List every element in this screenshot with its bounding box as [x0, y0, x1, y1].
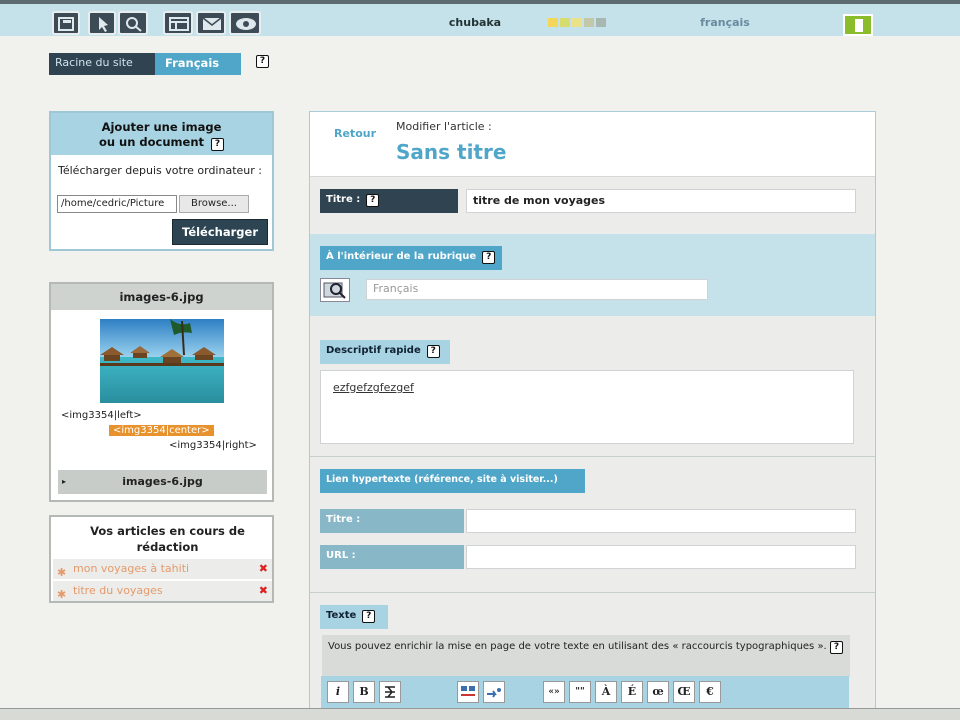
description-text: ezfgefzgfezgef — [333, 381, 414, 394]
e-acute-button[interactable]: É — [621, 681, 643, 703]
delete-icon[interactable]: ✖ — [259, 581, 268, 601]
section-input[interactable]: Français — [366, 279, 708, 300]
toggle-panel-icon[interactable] — [843, 14, 873, 36]
layout-icon[interactable] — [163, 11, 193, 35]
oe-button[interactable]: œ — [647, 681, 669, 703]
expand-arrow-icon[interactable]: ▸ — [62, 470, 66, 494]
image-panel: images-6.jpg <img3354|left> <img3354|cen… — [49, 282, 274, 502]
help-icon[interactable]: ? — [426, 345, 440, 358]
help-icon[interactable]: ? — [211, 138, 225, 151]
quotes-button[interactable]: «» — [543, 681, 565, 703]
text-label-text: Texte — [326, 610, 357, 621]
color-swatch[interactable] — [548, 18, 558, 27]
draft-item[interactable]: ✱ mon voyages à tahiti ✖ — [53, 559, 272, 579]
link-label: Lien hypertexte (référence, site à visit… — [320, 469, 585, 493]
title-label-text: Titre : — [326, 194, 361, 205]
section-selector: À l'intérieur de la rubrique? Français — [310, 234, 875, 316]
upload-instructions: Télécharger depuis votre ordinateur : — [58, 164, 262, 177]
color-swatch[interactable] — [584, 18, 594, 27]
color-swatch[interactable] — [560, 18, 570, 27]
page-title: Sans titre — [396, 140, 507, 164]
link-title-label: Titre : — [320, 509, 464, 533]
text-help-text: Vous pouvez enrichir la mise en page de … — [328, 641, 827, 652]
quotes-alt-button[interactable]: "" — [569, 681, 591, 703]
edit-label: Modifier l'article : — [396, 120, 492, 133]
a-grave-button[interactable]: À — [595, 681, 617, 703]
help-icon[interactable]: ? — [362, 610, 376, 623]
breadcrumb-current[interactable]: Français — [155, 53, 241, 75]
draft-item[interactable]: ✱ titre du voyages ✖ — [53, 581, 272, 601]
top-bar: chubaka français — [0, 0, 960, 36]
eye-icon[interactable] — [229, 11, 261, 35]
help-icon[interactable]: ? — [366, 194, 380, 207]
mail-icon[interactable] — [196, 11, 226, 35]
italic-button[interactable]: i — [327, 681, 349, 703]
help-icon[interactable]: ? — [256, 55, 269, 68]
color-swatch[interactable] — [596, 18, 606, 27]
link-icon[interactable] — [483, 681, 505, 703]
image-panel-footer[interactable]: ▸ images-6.jpg — [58, 470, 267, 494]
link-title-input[interactable] — [466, 509, 856, 533]
link-url-label: URL : — [320, 545, 464, 569]
description-section: Descriptif rapide? ezfgefzgfezgef — [310, 316, 875, 456]
status-bar — [0, 708, 960, 720]
bold-button[interactable]: B — [353, 681, 375, 703]
upload-title: Ajouter une image ou un document — [98, 120, 222, 149]
editor-toolbar: i B «» "" À É œ Œ € — [321, 676, 849, 708]
draft-icon: ✱ — [57, 566, 67, 579]
text-help: Vous pouvez enrichir la mise en page de … — [322, 635, 850, 677]
drafts-title: Vos articles en cours de rédaction — [90, 524, 245, 554]
site-name[interactable]: chubaka — [435, 16, 515, 29]
cursor-icon[interactable] — [88, 11, 116, 35]
description-label: Descriptif rapide? — [320, 340, 450, 364]
title-section: Titre :? titre de mon voyages — [310, 176, 875, 234]
title-input[interactable]: titre de mon voyages — [466, 189, 856, 213]
article-editor: Retour Modifier l'article : Sans titre T… — [309, 111, 876, 720]
image-footer-label: images-6.jpg — [122, 475, 203, 488]
description-label-text: Descriptif rapide — [326, 345, 421, 356]
back-link[interactable]: Retour — [334, 127, 376, 140]
file-path-input[interactable]: /home/cedric/Picture — [57, 195, 177, 213]
delete-icon[interactable]: ✖ — [259, 559, 268, 579]
link-url-input[interactable] — [466, 545, 856, 569]
browse-button[interactable]: Browse... — [179, 195, 249, 213]
upload-button[interactable]: Télécharger — [172, 219, 268, 245]
breadcrumb-root[interactable]: Racine du site — [49, 53, 155, 75]
article-header: Retour Modifier l'article : Sans titre — [310, 112, 875, 176]
edit-icon[interactable] — [52, 11, 80, 35]
help-icon[interactable]: ? — [482, 251, 496, 264]
search-icon[interactable] — [118, 11, 148, 35]
language-selector[interactable]: français — [680, 16, 770, 29]
upload-panel: Ajouter une image ou un document ? Téléc… — [49, 111, 274, 251]
description-textarea[interactable]: ezfgefzgfezgef — [320, 370, 854, 444]
draft-icon: ✱ — [57, 588, 67, 601]
euro-button[interactable]: € — [699, 681, 721, 703]
upload-panel-title: Ajouter une image ou un document ? — [51, 113, 272, 155]
title-label: Titre :? — [320, 189, 458, 213]
draft-label[interactable]: titre du voyages — [73, 584, 163, 597]
color-swatch[interactable] — [572, 18, 582, 27]
list-icon[interactable] — [457, 681, 479, 703]
image-tag-left[interactable]: <img3354|left> — [61, 410, 142, 421]
image-tag-center[interactable]: <img3354|center> — [109, 425, 214, 436]
image-filename: images-6.jpg — [51, 284, 272, 310]
drafts-panel: Vos articles en cours de rédaction ✱ mon… — [49, 515, 274, 603]
draft-label[interactable]: mon voyages à tahiti — [73, 562, 189, 575]
heading-button[interactable] — [379, 681, 401, 703]
section-label: À l'intérieur de la rubrique? — [320, 246, 502, 270]
image-tag-right[interactable]: <img3354|right> — [169, 440, 257, 451]
browse-section-icon[interactable] — [320, 278, 350, 302]
text-label: Texte? — [320, 605, 388, 629]
help-icon[interactable]: ? — [829, 641, 843, 654]
link-section: Lien hypertexte (référence, site à visit… — [310, 456, 875, 592]
section-label-text: À l'intérieur de la rubrique — [326, 251, 477, 262]
OE-button[interactable]: Œ — [673, 681, 695, 703]
image-thumbnail[interactable] — [100, 319, 224, 403]
